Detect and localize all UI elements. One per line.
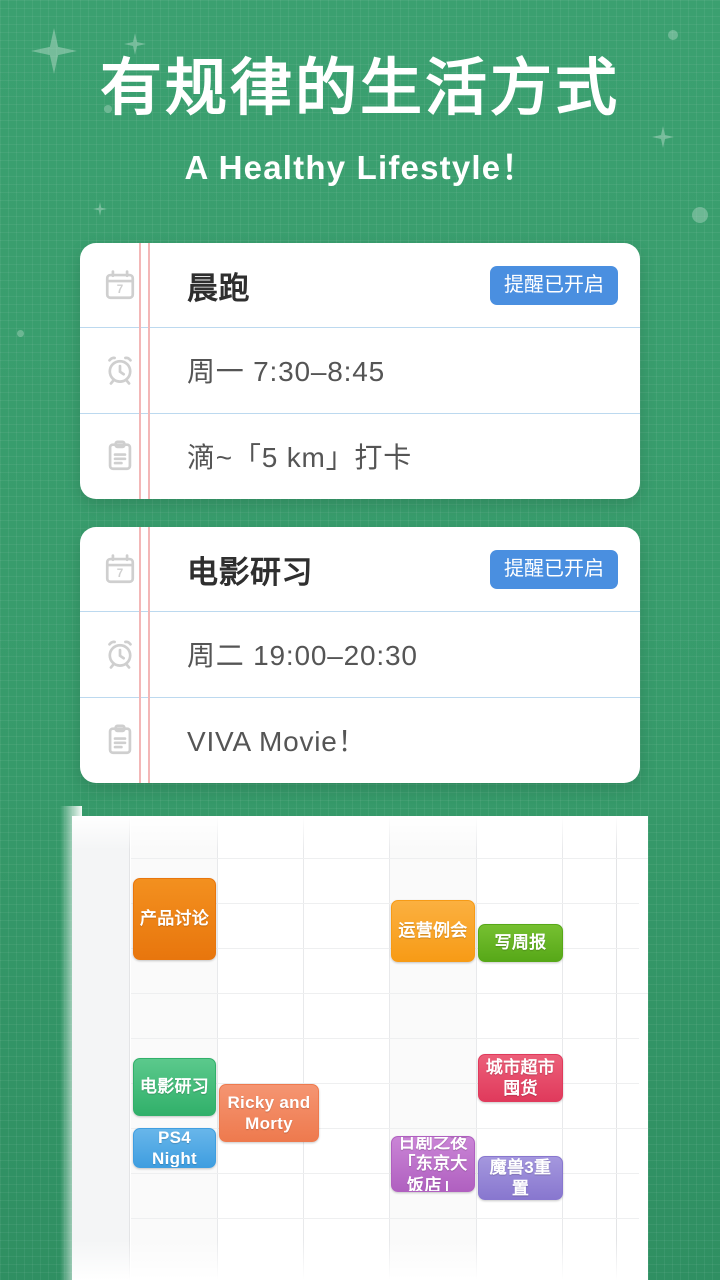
calendar-event[interactable]: 写周报 <box>478 924 563 962</box>
calendar-right-edge-divider <box>616 816 617 1280</box>
calendar-event[interactable]: 城市超市囤货 <box>478 1054 563 1102</box>
calendar-edge-tab[interactable] <box>639 1132 648 1244</box>
calendar-hour-line <box>131 993 648 994</box>
dot-decoration <box>17 330 24 337</box>
calendar-column-shade <box>390 816 476 1280</box>
calendar-7-icon: 7 <box>80 268 160 302</box>
sparkle-decoration <box>93 202 107 216</box>
card-title-row-body: 晨跑 提醒已开启 <box>160 263 640 308</box>
card-row-note: VIVA Movie！ <box>80 698 640 783</box>
calendar-time-gutter <box>72 816 130 1280</box>
card-time: 周二 19:00–20:30 <box>187 640 418 672</box>
calendar-event[interactable]: 运营例会 <box>391 900 475 962</box>
card-title: 电影研习 <box>187 554 313 590</box>
calendar-column-divider <box>217 816 218 1280</box>
sparkle-decoration <box>124 33 146 55</box>
alarm-clock-icon <box>80 637 160 671</box>
page-header: 有规律的生活方式 A Healthy Lifestyle！ <box>0 54 720 189</box>
calendar-event[interactable]: Ricky and Morty <box>219 1084 319 1142</box>
status-badge[interactable]: 提醒已开启 <box>490 549 618 589</box>
svg-text:7: 7 <box>117 567 123 580</box>
calendar-edge-tab[interactable] <box>639 864 648 974</box>
calendar-event[interactable]: 日剧之夜 「东京大饭店」 <box>391 1136 475 1192</box>
weekly-calendar-panel[interactable]: 2PM 3PM 4PM 5PM 6PM 7PM 8PM 9PM 10PM 11P… <box>72 816 648 1280</box>
calendar-column-divider <box>476 816 477 1280</box>
reminder-card-morning-run[interactable]: 7 晨跑 提醒已开启 周一 7:30–8:45 滴~「5 km」打卡 <box>80 243 640 499</box>
card-row-title: 7 电影研习 提醒已开启 <box>80 527 640 613</box>
reminder-card-movie-study[interactable]: 7 电影研习 提醒已开启 周二 19:00–20:30 VIVA Movie！ <box>80 527 640 783</box>
svg-text:7: 7 <box>117 283 123 296</box>
calendar-event[interactable]: 魔兽3重置 <box>478 1156 563 1200</box>
calendar-edge-tab[interactable] <box>639 994 648 1112</box>
card-time-row-body: 周二 19:00–20:30 <box>160 634 640 674</box>
status-badge[interactable]: 提醒已开启 <box>490 265 618 305</box>
card-title: 晨跑 <box>187 270 250 306</box>
dot-decoration <box>692 207 708 223</box>
calendar-column-divider <box>562 816 563 1280</box>
clipboard-icon <box>80 723 160 757</box>
clipboard-icon <box>80 439 160 473</box>
calendar-column-divider <box>389 816 390 1280</box>
calendar-event[interactable]: 电影研习 <box>133 1058 216 1116</box>
calendar-grid[interactable]: 2PM 3PM 4PM 5PM 6PM 7PM 8PM 9PM 10PM 11P… <box>72 816 648 1280</box>
calendar-hour-line <box>131 1173 648 1174</box>
calendar-event[interactable]: 产品讨论 <box>133 878 216 960</box>
card-note-row-body: 滴~「5 km」打卡 <box>160 436 640 476</box>
card-row-time: 周一 7:30–8:45 <box>80 328 640 414</box>
card-row-time: 周二 19:00–20:30 <box>80 612 640 698</box>
calendar-7-icon: 7 <box>80 552 160 586</box>
page-title-cn: 有规律的生活方式 <box>99 54 620 123</box>
card-row-title: 7 晨跑 提醒已开启 <box>80 243 640 329</box>
calendar-column-divider <box>303 816 304 1280</box>
card-row-note: 滴~「5 km」打卡 <box>80 414 640 499</box>
calendar-event[interactable]: PS4 Night <box>133 1128 216 1168</box>
alarm-clock-icon <box>80 353 160 387</box>
card-note-row-body: VIVA Movie！ <box>160 720 640 760</box>
card-time-row-body: 周一 7:30–8:45 <box>160 350 640 390</box>
card-note: 滴~「5 km」打卡 <box>187 442 413 474</box>
dot-decoration <box>668 30 678 40</box>
card-note: VIVA Movie！ <box>187 726 367 758</box>
card-title-row-body: 电影研习 提醒已开启 <box>160 547 640 592</box>
calendar-hour-line <box>131 1038 648 1039</box>
calendar-hour-line <box>131 1218 648 1219</box>
card-time: 周一 7:30–8:45 <box>187 356 385 388</box>
page-subtitle-en: A Healthy Lifestyle！ <box>184 148 536 186</box>
calendar-hour-line <box>131 858 648 859</box>
